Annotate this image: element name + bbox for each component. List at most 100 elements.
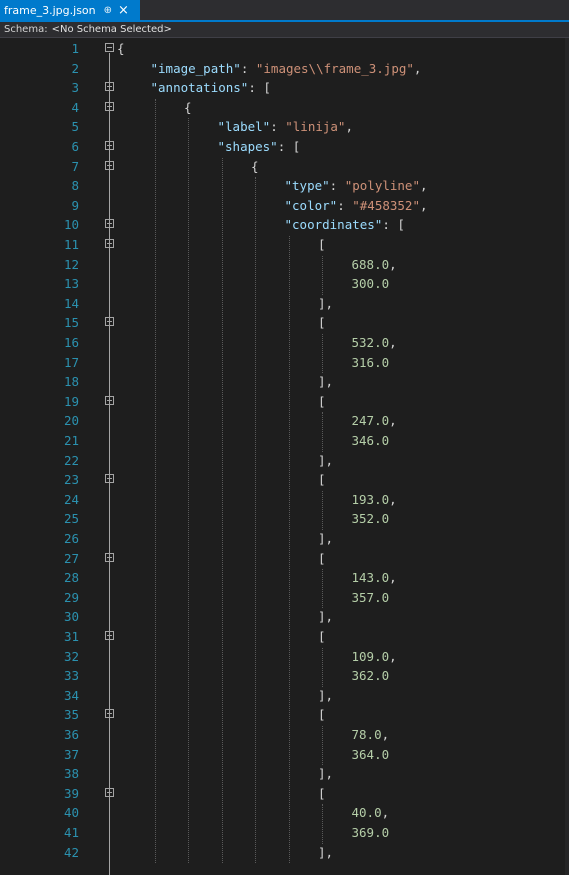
- code-line[interactable]: 19 [: [0, 393, 569, 411]
- code-line[interactable]: 33 362.0: [0, 667, 569, 685]
- code-line[interactable]: 28 143.0,: [0, 569, 569, 587]
- code-line[interactable]: 22],: [0, 452, 569, 470]
- line-number: 11: [63, 237, 79, 252]
- vertical-scrollbar[interactable]: [565, 38, 569, 875]
- code-token: ,: [389, 335, 397, 350]
- code-line[interactable]: 35 [: [0, 706, 569, 724]
- code-line[interactable]: 23 [: [0, 471, 569, 489]
- line-number: 28: [63, 570, 79, 586]
- code-line[interactable]: 1{: [0, 40, 569, 58]
- code-token: "annotations": [150, 80, 249, 96]
- code-token: ],: [318, 452, 334, 468]
- line-number: 17: [63, 354, 79, 370]
- indent-guide: [221, 157, 223, 864]
- code-line[interactable]: 18],: [0, 373, 569, 391]
- code-line[interactable]: 16 532.0,: [0, 334, 569, 352]
- line-number: 19: [63, 393, 79, 409]
- code-line[interactable]: 11 [: [0, 236, 569, 254]
- indent-guide: [322, 726, 323, 766]
- code-line[interactable]: 12 688.0,: [0, 256, 569, 274]
- code-line[interactable]: 14],: [0, 295, 569, 313]
- code-line[interactable]: 34],: [0, 687, 569, 705]
- line-number: 24: [63, 491, 79, 507]
- code-line[interactable]: 13 300.0: [0, 275, 569, 293]
- code-text: 532.0,: [352, 334, 397, 352]
- line-number: 38: [63, 766, 79, 782]
- code-token: "color": [284, 197, 338, 213]
- document-tab-bar: frame_3.jpg.json ⊕ ×: [0, 0, 569, 22]
- code-text: ],: [318, 687, 333, 705]
- code-token: 193.0: [351, 491, 390, 507]
- code-text: "coordinates": [: [285, 216, 405, 234]
- code-line[interactable]: 4{: [0, 99, 569, 117]
- code-line[interactable]: 36 78.0,: [0, 726, 569, 744]
- code-line[interactable]: 29 357.0: [0, 589, 569, 607]
- code-token: ,: [389, 648, 397, 664]
- code-text: "annotations": [: [151, 79, 271, 97]
- code-token: ,: [389, 491, 397, 507]
- code-line[interactable]: 30],: [0, 608, 569, 626]
- code-token: ,: [419, 178, 428, 194]
- code-line[interactable]: 3 "annotations": [: [0, 79, 569, 97]
- code-line[interactable]: 7{: [0, 158, 569, 176]
- code-token: 109.0: [351, 648, 390, 664]
- code-token: 357.0: [351, 589, 390, 605]
- code-token: "images\\frame_3.jpg": [255, 60, 414, 76]
- code-line[interactable]: 2 "image_path": "images\\frame_3.jpg",: [0, 60, 569, 78]
- code-editor[interactable]: 1{2 "image_path": "images\\frame_3.jpg", 3…: [0, 38, 569, 875]
- fold-toggle-icon[interactable]: [105, 43, 114, 52]
- code-token: 40.0: [351, 805, 382, 821]
- code-line[interactable]: 6 "shapes": [: [0, 138, 569, 156]
- code-token: [: [318, 707, 326, 723]
- code-line[interactable]: 20 247.0,: [0, 412, 569, 430]
- code-line[interactable]: 15 [: [0, 314, 569, 332]
- code-line[interactable]: 40 40.0,: [0, 804, 569, 822]
- line-number: 21: [63, 433, 79, 448]
- line-number: 29: [63, 589, 79, 605]
- pin-icon[interactable]: ⊕: [104, 5, 112, 16]
- line-number: 8: [71, 178, 79, 194]
- schema-bar: Schema: <No Schema Selected>: [0, 22, 569, 38]
- tab-frame-3-json[interactable]: frame_3.jpg.json ⊕ ×: [0, 0, 140, 20]
- code-text: 364.0: [352, 746, 390, 764]
- line-number: 16: [63, 335, 79, 350]
- code-line[interactable]: 31 [: [0, 628, 569, 646]
- line-number: 26: [63, 531, 79, 546]
- line-number: 14: [63, 295, 79, 311]
- code-line[interactable]: 25 352.0: [0, 510, 569, 528]
- code-line[interactable]: 39 [: [0, 785, 569, 803]
- line-number: 41: [63, 825, 79, 840]
- tab-title: frame_3.jpg.json: [4, 3, 96, 17]
- code-line[interactable]: 38],: [0, 765, 569, 783]
- line-number: 6: [71, 139, 79, 154]
- line-number: 3: [71, 80, 79, 96]
- code-token: ],: [318, 687, 334, 703]
- code-line[interactable]: 37 364.0: [0, 746, 569, 764]
- code-text: [: [318, 550, 326, 568]
- code-token: [: [318, 785, 326, 801]
- code-line[interactable]: 41 369.0: [0, 824, 569, 842]
- line-number: 7: [71, 158, 79, 174]
- schema-selector[interactable]: <No Schema Selected>: [52, 24, 172, 35]
- code-token: 532.0: [351, 335, 390, 350]
- indent-guide: [288, 236, 290, 864]
- code-token: {: [184, 99, 192, 115]
- code-line[interactable]: 17 316.0: [0, 354, 569, 372]
- close-icon[interactable]: ×: [118, 3, 129, 18]
- code-token: 346.0: [351, 433, 390, 448]
- code-token: {: [251, 158, 259, 174]
- code-line[interactable]: 32 109.0,: [0, 648, 569, 666]
- code-line[interactable]: 21 346.0: [0, 432, 569, 450]
- code-line[interactable]: 10 "coordinates": [: [0, 216, 569, 234]
- code-line[interactable]: 42],: [0, 844, 569, 862]
- code-line[interactable]: 24 193.0,: [0, 491, 569, 509]
- code-line[interactable]: 9 "color": "#458352",: [0, 197, 569, 215]
- code-text: ],: [318, 295, 333, 313]
- code-text: 300.0: [352, 275, 390, 293]
- line-number: 10: [63, 217, 79, 233]
- code-line[interactable]: 8 "type": "polyline",: [0, 177, 569, 195]
- code-line[interactable]: 27 [: [0, 550, 569, 568]
- code-line[interactable]: 5 "label": "linija",: [0, 118, 569, 136]
- code-line[interactable]: 26],: [0, 530, 569, 548]
- line-number: 4: [71, 99, 79, 115]
